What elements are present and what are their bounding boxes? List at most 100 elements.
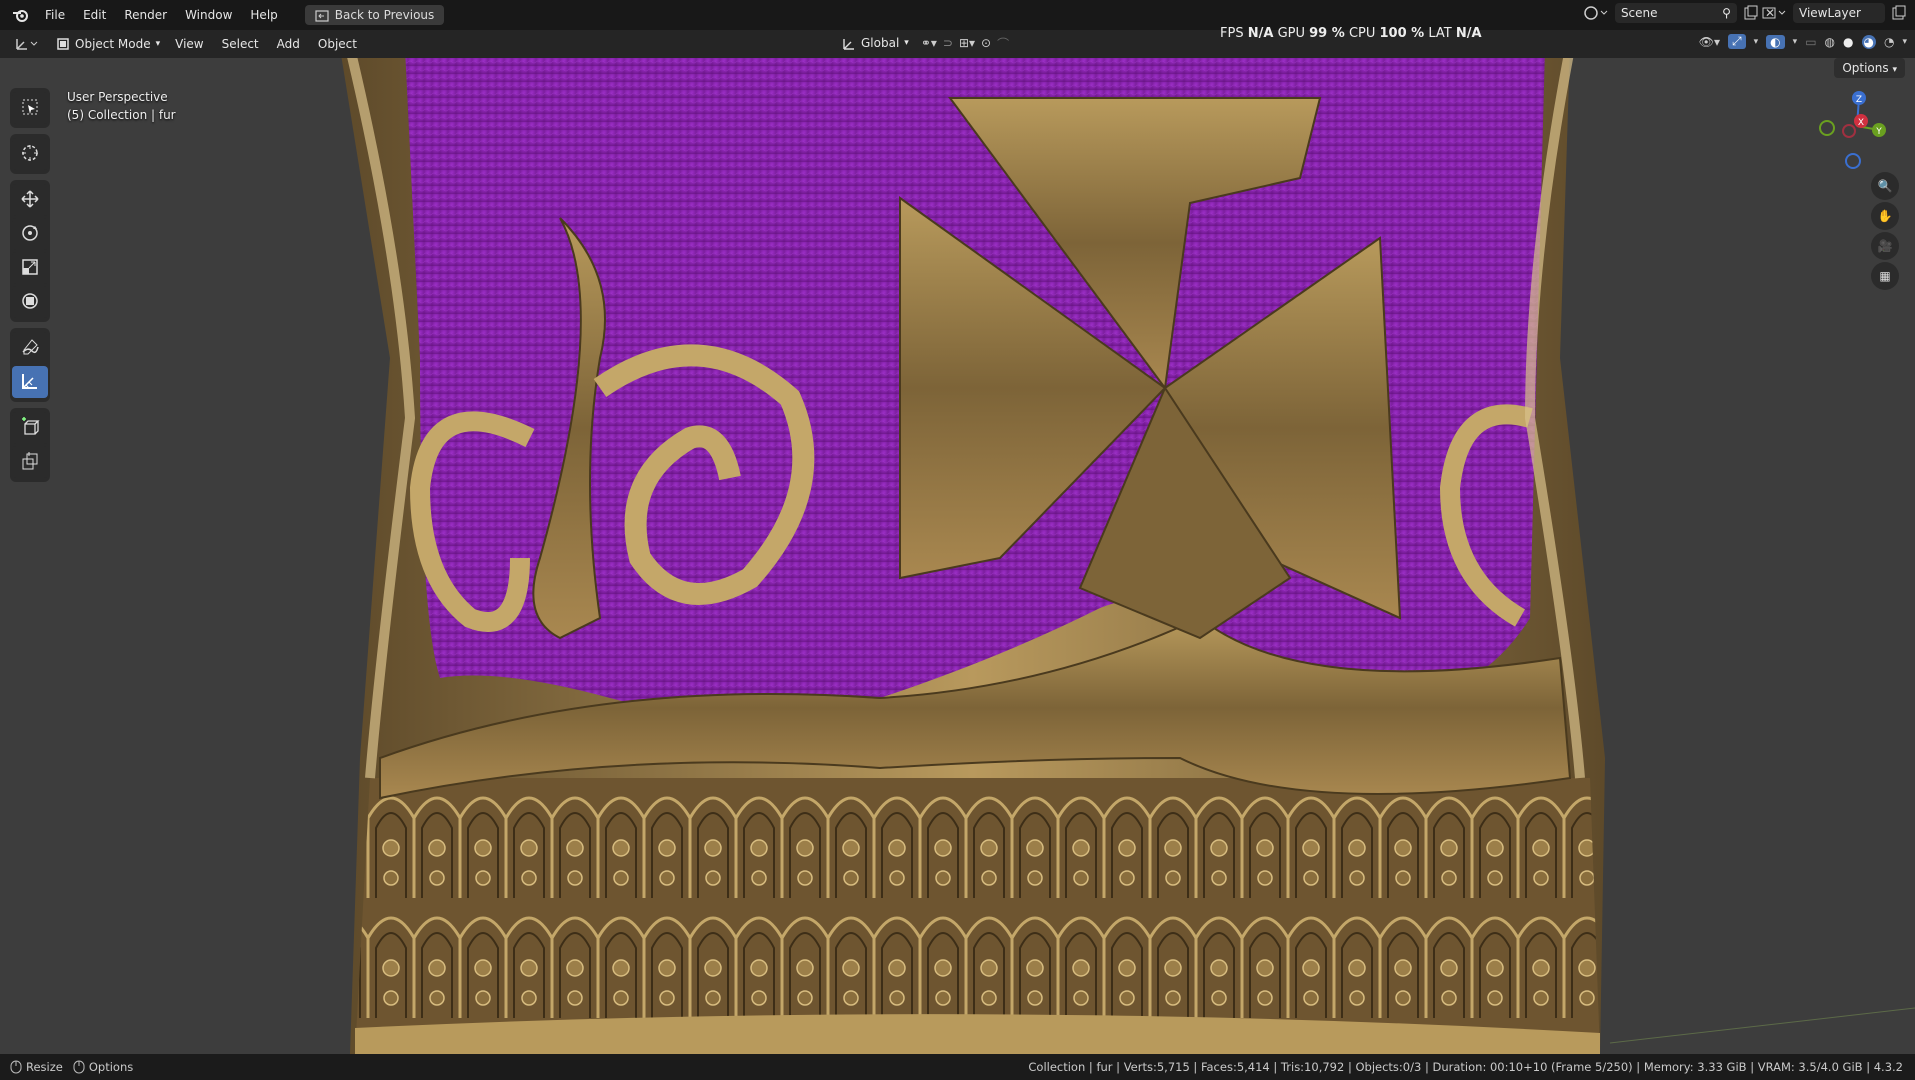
camera-icon: 🎥 bbox=[1877, 239, 1893, 253]
hand-icon: ✋ bbox=[1877, 209, 1893, 223]
view-name: User Perspective bbox=[67, 90, 168, 104]
scene-type-icon[interactable] bbox=[1583, 5, 1609, 21]
object-mode-icon bbox=[56, 37, 70, 52]
add-cube-tool[interactable] bbox=[12, 412, 48, 444]
transform-icon bbox=[20, 291, 40, 314]
back-to-previous-label: Back to Previous bbox=[334, 8, 435, 22]
back-icon bbox=[315, 8, 329, 22]
rotate-tool[interactable] bbox=[12, 218, 48, 250]
gizmo-x-label: X bbox=[1858, 118, 1864, 128]
grid-icon: ▦ bbox=[1879, 269, 1891, 283]
new-scene-icon[interactable] bbox=[1743, 5, 1759, 21]
gizmo-y-label: Y bbox=[1875, 127, 1882, 137]
visibility-icon[interactable]: 👁▾ bbox=[1699, 35, 1720, 49]
mouse-right-icon bbox=[73, 1060, 85, 1075]
annotate-tool[interactable] bbox=[12, 332, 48, 364]
menu-render[interactable]: Render bbox=[115, 0, 176, 30]
camera-view-button[interactable]: 🎥 bbox=[1871, 232, 1899, 260]
cpu-label: CPU bbox=[1348, 26, 1376, 41]
extrude-tool[interactable] bbox=[12, 446, 48, 478]
orientation-label: Global bbox=[861, 36, 900, 51]
viewport-options-label: Options bbox=[1842, 61, 1889, 75]
performance-stats: FPS N/A GPU 99 % CPU 100 % LAT N/A bbox=[1220, 26, 1482, 41]
pivot-point-icon[interactable]: ⚭▾ bbox=[921, 36, 937, 50]
status-options-label: Options bbox=[88, 1060, 134, 1074]
falloff-icon[interactable]: ⌒ bbox=[997, 35, 1009, 52]
tool-group-cursor bbox=[10, 134, 50, 174]
gizmo-z-label: Z bbox=[1856, 95, 1862, 105]
editor-type-icon[interactable] bbox=[14, 36, 40, 52]
chevron-down-icon: ▾ bbox=[904, 38, 909, 49]
menu-edit[interactable]: Edit bbox=[74, 0, 115, 30]
ortho-toggle-button[interactable]: ▦ bbox=[1871, 262, 1899, 290]
blender-logo-icon[interactable] bbox=[12, 7, 30, 23]
proportional-edit-icon[interactable]: ⊙ bbox=[981, 36, 991, 50]
lat-label: LAT bbox=[1428, 26, 1452, 41]
snap-target-icon[interactable]: ⊞▾ bbox=[959, 36, 975, 50]
cursor-icon bbox=[20, 143, 40, 166]
scale-icon bbox=[20, 257, 40, 280]
move-tool[interactable] bbox=[12, 184, 48, 216]
scene-field[interactable]: Scene ⚲ bbox=[1614, 3, 1737, 23]
overlays-toggle-icon[interactable]: ◐ bbox=[1766, 34, 1785, 49]
rendered-shading-icon[interactable]: ◔ bbox=[1884, 35, 1894, 49]
measure-icon bbox=[20, 371, 40, 394]
3d-viewport[interactable] bbox=[0, 58, 1915, 1054]
cursor-tool[interactable] bbox=[12, 138, 48, 170]
gpu-label: GPU bbox=[1277, 26, 1305, 41]
gizmo-toggle-icon[interactable]: ⤢ bbox=[1728, 34, 1746, 49]
select-box-icon bbox=[20, 97, 40, 120]
new-viewlayer-icon[interactable] bbox=[1891, 5, 1907, 21]
status-bar: Resize Options Collection | fur | Verts:… bbox=[0, 1054, 1915, 1080]
xray-icon[interactable]: ▭ bbox=[1805, 35, 1816, 49]
shading-dropdown-icon[interactable]: ▾ bbox=[1902, 37, 1907, 47]
menu-window[interactable]: Window bbox=[176, 0, 241, 30]
mode-dropdown[interactable]: Object Mode ▾ bbox=[50, 35, 166, 54]
transform-tool[interactable] bbox=[12, 286, 48, 318]
top-bar: File Edit Render Window Help Back to Pre… bbox=[0, 0, 1915, 30]
viewlayer-type-icon[interactable] bbox=[1761, 5, 1787, 21]
rotate-icon bbox=[20, 223, 40, 246]
chevron-down-icon: ▾ bbox=[155, 39, 161, 49]
menu-help[interactable]: Help bbox=[241, 0, 286, 30]
tool-group-add bbox=[10, 408, 50, 482]
gpu-value: 99 % bbox=[1309, 26, 1345, 41]
menu-view[interactable]: View bbox=[166, 30, 212, 58]
scale-tool[interactable] bbox=[12, 252, 48, 284]
navigation-gizmo[interactable]: Z Y X bbox=[1817, 88, 1897, 178]
gizmo-dropdown-icon[interactable]: ▾ bbox=[1754, 37, 1759, 47]
snap-icon[interactable]: ⊃ bbox=[943, 36, 953, 50]
transform-orientation-dropdown[interactable]: Global ▾ bbox=[836, 34, 915, 53]
extrude-icon bbox=[20, 451, 40, 474]
fps-value: N/A bbox=[1247, 26, 1274, 41]
wireframe-shading-icon[interactable]: ◍ bbox=[1825, 35, 1835, 49]
back-to-previous-button[interactable]: Back to Previous bbox=[304, 5, 445, 25]
zoom-button[interactable]: 🔍 bbox=[1871, 172, 1899, 200]
solid-shading-icon[interactable]: ● bbox=[1843, 35, 1853, 49]
viewlayer-label: ViewLayer bbox=[1799, 6, 1861, 20]
material-shading-icon[interactable]: ◕ bbox=[1861, 34, 1876, 49]
menu-select[interactable]: Select bbox=[213, 30, 268, 58]
lat-value: N/A bbox=[1455, 26, 1482, 41]
fps-label: FPS bbox=[1220, 26, 1244, 41]
zoom-icon: 🔍 bbox=[1877, 179, 1893, 193]
measure-tool[interactable] bbox=[12, 366, 48, 398]
pan-button[interactable]: ✋ bbox=[1871, 202, 1899, 230]
viewport-options-button[interactable]: Options ▾ bbox=[1834, 58, 1905, 78]
tool-shelf bbox=[10, 88, 50, 488]
tool-group-annotate bbox=[10, 328, 50, 402]
move-icon bbox=[20, 189, 40, 212]
scene-label: Scene bbox=[1620, 6, 1658, 20]
annotate-icon bbox=[20, 337, 40, 360]
tool-group-select bbox=[10, 88, 50, 128]
menu-file[interactable]: File bbox=[36, 0, 74, 30]
viewlayer-field[interactable]: ViewLayer bbox=[1793, 3, 1885, 23]
select-box-tool[interactable] bbox=[12, 92, 48, 124]
pin-icon[interactable]: ⚲ bbox=[1722, 6, 1731, 20]
menu-add[interactable]: Add bbox=[268, 30, 309, 58]
viewport-render bbox=[0, 58, 1915, 1054]
viewport-info: User Perspective (5) Collection | fur bbox=[67, 88, 176, 124]
collection-info: (5) Collection | fur bbox=[67, 108, 176, 122]
overlays-dropdown-icon[interactable]: ▾ bbox=[1793, 37, 1798, 47]
menu-object[interactable]: Object bbox=[309, 30, 366, 58]
